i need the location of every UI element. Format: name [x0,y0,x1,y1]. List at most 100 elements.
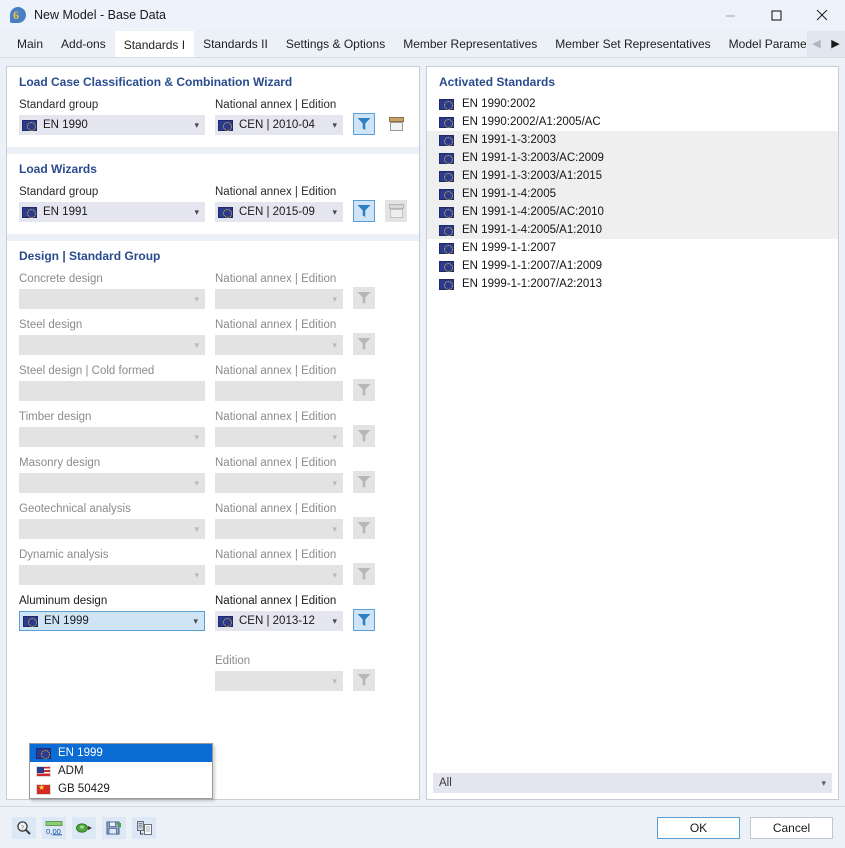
chevron-down-icon: ▾ [332,339,337,350]
cn-flag-icon [36,782,51,795]
eu-flag-icon [439,116,454,128]
package-button[interactable] [385,113,407,135]
chevron-down-icon: ▾ [332,293,337,304]
design-row-dynamic: Dynamic analysis ▾ National annex | Edit… [19,549,407,585]
design-row-timber: Timber design ▾ National annex | Edition… [19,411,407,447]
standard-group-combo-en1990[interactable]: EN 1990 ▾ [19,115,205,135]
chevron-down-icon: ▾ [194,431,199,442]
list-item[interactable]: EN 1991-1-4:2005/AC:2010 [427,203,838,221]
list-item-label: EN 1991-1-4:2005 [462,188,556,200]
field-label: Standard group [19,186,99,198]
list-item[interactable]: EN 1991-1-3:2003 [427,131,838,149]
eu-flag-icon [22,206,37,218]
chevron-down-icon: ▾ [194,477,199,488]
filter-funnel-icon [357,384,371,396]
cancel-button[interactable]: Cancel [750,816,833,839]
group-design-standard-group: Design | Standard Group Concrete design … [7,241,419,799]
combo-value: EN 1990 [43,119,88,131]
aluminum-design-combo[interactable]: EN 1999 ▾ [19,611,205,631]
chevron-down-icon: ▾ [193,615,198,626]
aluminum-design-dropdown-list[interactable]: EN 1999 ADM GB 50429 [29,743,213,799]
filter-button-disabled [353,517,375,539]
eu-flag-icon [439,152,454,164]
eu-flag-icon [439,98,454,110]
concrete-design-combo: ▾ [19,289,205,309]
list-item[interactable]: EN 1991-1-3:2003/AC:2009 [427,149,838,167]
eu-flag-icon [218,119,233,131]
dropdown-option-gb-50429[interactable]: GB 50429 [30,780,212,798]
tab-settings-options[interactable]: Settings & Options [277,31,394,57]
filter-button-disabled [353,333,375,355]
dialog-body: Load Case Classification & Combination W… [0,58,845,806]
field-label: Steel design | Cold formed [19,365,155,377]
design-row-steel: Steel design ▾ National annex | Edition … [19,319,407,355]
filter-funnel-icon [357,338,371,350]
close-icon[interactable] [799,0,845,30]
geotechnical-annex-combo: ▾ [215,519,343,539]
ok-button[interactable]: OK [657,816,740,839]
svg-text:0,: 0, [46,827,52,836]
units-icon[interactable] [72,816,96,839]
help-magnifier-icon[interactable]: ? [12,816,36,839]
filter-button[interactable] [353,200,375,222]
standards-filter-combo[interactable]: All ▾ [433,773,832,793]
tab-add-ons[interactable]: Add-ons [52,31,115,57]
national-annex-combo-cen-2015-09[interactable]: CEN | 2015-09 ▾ [215,202,343,222]
filter-button[interactable] [353,113,375,135]
chevron-down-icon: ▾ [332,477,337,488]
filter-funnel-icon [357,205,371,217]
group-load-case-classification: Load Case Classification & Combination W… [7,67,419,147]
combo-value: CEN | 2015-09 [239,206,315,218]
filter-button[interactable] [353,609,375,631]
tab-standards-ii[interactable]: Standards II [194,31,277,57]
chevron-down-icon: ▾ [194,523,199,534]
field-label: Steel design [19,319,83,331]
maximize-icon[interactable] [753,0,799,30]
new-model-base-data-dialog: 6 New Model - Base Data Main Add-ons Sta… [0,0,845,848]
list-item[interactable]: EN 1999-1-1:2007/A1:2009 [427,257,838,275]
field-label: National annex | Edition [215,457,337,469]
tab-member-set-representatives[interactable]: Member Set Representatives [546,31,719,57]
number-format-icon[interactable]: 0, 00 [42,816,66,839]
tab-member-representatives[interactable]: Member Representatives [394,31,546,57]
save-defaults-icon[interactable] [102,816,126,839]
field-label: Aluminum design [19,595,108,607]
activated-standards-list[interactable]: Activated Standards EN 1990:2002 EN 1990… [427,67,838,768]
filter-funnel-icon [357,430,371,442]
tab-standards-i[interactable]: Standards I [114,31,195,57]
chevron-down-icon: ▾ [332,569,337,580]
timber-annex-combo: ▾ [215,427,343,447]
list-item-label: EN 1991-1-4:2005/AC:2010 [462,206,604,218]
tab-main[interactable]: Main [8,31,52,57]
dropdown-option-adm[interactable]: ADM [30,762,212,780]
field-label: Timber design [19,411,92,423]
dropdown-option-en-1999[interactable]: EN 1999 [30,744,212,762]
aluminum-annex-combo[interactable]: CEN | 2013-12 ▾ [215,611,343,631]
chevron-left-icon[interactable]: ◀ [812,38,820,50]
copy-from-model-icon[interactable] [132,816,156,839]
list-item[interactable]: EN 1991-1-4:2005 [427,185,838,203]
eu-flag-icon [439,170,454,182]
steel-design-combo: ▾ [19,335,205,355]
chevron-down-icon: ▾ [194,339,199,350]
chevron-down-icon: ▾ [332,119,337,130]
concrete-annex-combo: ▾ [215,289,343,309]
chevron-right-icon[interactable]: ▶ [831,38,839,50]
list-item[interactable]: EN 1999-1-1:2007/A2:2013 [427,275,838,293]
list-item[interactable]: EN 1999-1-1:2007 [427,239,838,257]
eu-flag-icon [218,615,233,627]
standard-group-combo-en1991[interactable]: EN 1991 ▾ [19,202,205,222]
eu-flag-icon [439,224,454,236]
national-annex-combo-cen-2010-04[interactable]: CEN | 2010-04 ▾ [215,115,343,135]
field-row: Standard group EN 1990 ▾ National annex … [19,99,407,135]
list-item[interactable]: EN 1991-1-4:2005/A1:2010 [427,221,838,239]
dynamic-annex-combo: ▾ [215,565,343,585]
list-item[interactable]: EN 1990:2002 [427,95,838,113]
list-item[interactable]: EN 1991-1-3:2003/A1:2015 [427,167,838,185]
minimize-icon[interactable] [707,0,753,30]
group-load-wizards: Load Wizards Standard group EN 1991 ▾ Na… [7,154,419,234]
list-item[interactable]: EN 1990:2002/A1:2005/AC [427,113,838,131]
eu-flag-icon [439,278,454,290]
field-label: Masonry design [19,457,101,469]
masonry-annex-combo: ▾ [215,473,343,493]
